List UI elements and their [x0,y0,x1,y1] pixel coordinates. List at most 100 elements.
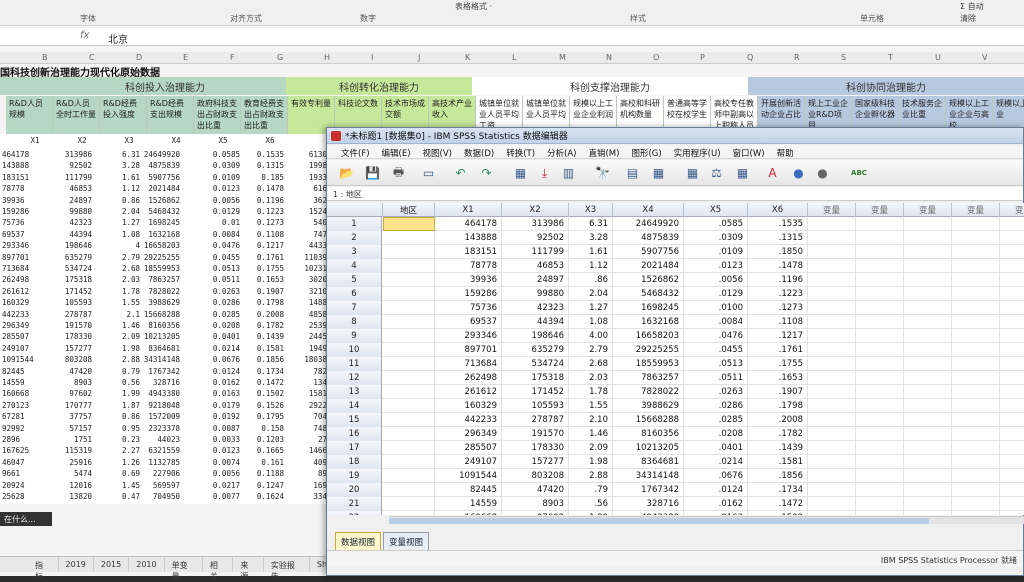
excel-cell[interactable]: 160668 [2,389,42,398]
insert-variable-icon[interactable]: ▦ [649,164,668,182]
excel-column-letter[interactable]: H [324,53,330,62]
data-cell[interactable] [904,357,952,371]
ribbon-autosum[interactable]: Σ 自动 [960,1,984,12]
data-cell[interactable] [383,315,435,329]
data-cell[interactable]: 92502 [502,231,569,245]
excel-cell[interactable]: 0.1108 [244,230,284,239]
excel-cell[interactable]: 261612 [2,287,42,296]
excel-cell[interactable]: 2779 [296,435,330,444]
data-grid[interactable]: 地区X1X2X3X4X5X6变量变量变量变量变量变量 1464178313986… [327,203,1024,515]
data-cell[interactable]: 534724 [502,357,569,371]
data-cell[interactable] [952,469,1000,483]
data-cell[interactable] [383,343,435,357]
excel-cell[interactable]: 0.1907 [244,287,284,296]
excel-cell[interactable]: 16658203 [140,241,180,250]
excel-cell[interactable]: 2896 [2,435,42,444]
data-cell[interactable]: 97602 [502,511,569,515]
data-cell[interactable]: 4943380 [613,511,684,515]
data-cell[interactable] [904,217,952,231]
excel-cell[interactable]: 1803875 [296,355,330,364]
data-cell[interactable] [1000,427,1024,441]
data-cell[interactable]: 160668 [435,511,502,515]
excel-cell[interactable]: 34314148 [140,355,180,364]
data-cell[interactable]: .1755 [748,357,808,371]
data-cell[interactable]: 159286 [435,287,502,301]
data-cell[interactable] [383,441,435,455]
data-cell[interactable] [383,259,435,273]
data-cell[interactable] [904,301,952,315]
excel-cell[interactable]: 0.69 [100,469,140,478]
excel-cell[interactable]: 20924 [2,481,42,490]
excel-cell[interactable]: 1023110 [296,264,330,273]
sheet-tab[interactable]: 2010 [129,557,165,572]
excel-cell[interactable]: 14559 [2,378,42,387]
excel-column-letter[interactable]: R [794,53,800,62]
excel-cell[interactable]: 46047 [2,458,42,467]
excel-cell[interactable]: 278787 [52,310,92,319]
excel-cell[interactable]: 442233 [2,310,42,319]
excel-cell[interactable]: 44394 [52,230,92,239]
data-cell[interactable]: .1478 [748,259,808,273]
data-cell[interactable] [1000,259,1024,273]
data-cell[interactable]: 24649920 [613,217,684,231]
data-cell[interactable]: 296349 [435,427,502,441]
data-cell[interactable]: .0455 [684,343,748,357]
excel-cell[interactable]: 3988629 [140,298,180,307]
excel-cell[interactable]: 0.56 [100,378,140,387]
data-cell[interactable] [1000,245,1024,259]
data-cell[interactable]: .1472 [748,497,808,511]
data-cell[interactable]: .0676 [684,469,748,483]
goto-case-icon[interactable]: ▦ [511,164,530,182]
excel-cell[interactable]: 178330 [52,332,92,341]
excel-cell[interactable]: 0.47 [100,492,140,501]
data-cell[interactable] [1000,483,1024,497]
data-cell[interactable] [904,329,952,343]
excel-cell[interactable]: 0.1856 [244,355,284,364]
data-cell[interactable]: 175318 [502,371,569,385]
excel-cell[interactable]: 47420 [52,367,92,376]
data-cell[interactable]: 24897 [502,273,569,287]
data-cell[interactable]: 34314148 [613,469,684,483]
data-cell[interactable] [856,371,904,385]
data-cell[interactable] [856,315,904,329]
excel-cell[interactable]: 0.0511 [200,275,240,284]
excel-cell[interactable]: 24649920 [140,150,180,159]
data-cell[interactable] [808,511,856,515]
data-cell[interactable] [808,441,856,455]
excel-cell[interactable]: 0.0676 [200,355,240,364]
excel-cell[interactable]: 569597 [140,481,180,490]
data-cell[interactable] [1000,469,1024,483]
excel-cell[interactable]: 1751 [52,435,92,444]
data-cell[interactable] [1000,273,1024,287]
column-header[interactable]: X4 [613,203,684,217]
excel-cell[interactable]: 0.1653 [244,275,284,284]
excel-cell[interactable]: 33473 [296,492,330,501]
data-cell[interactable] [856,217,904,231]
data-cell[interactable]: .86 [569,273,613,287]
data-cell[interactable] [1000,217,1024,231]
excel-cell[interactable]: 0.0162 [200,378,240,387]
excel-cell[interactable]: 37757 [52,412,92,421]
excel-cell[interactable]: 4875839 [140,161,180,170]
weight-cases-icon[interactable]: ⚖ [707,164,726,182]
excel-cell[interactable]: 29225255 [140,253,180,262]
excel-cell[interactable]: 0.1795 [244,412,284,421]
data-cell[interactable]: 198646 [502,329,569,343]
data-cell[interactable] [383,371,435,385]
data-cell[interactable] [856,273,904,287]
excel-cell[interactable]: 0.0286 [200,298,240,307]
data-cell[interactable]: .0285 [684,413,748,427]
use-sets-icon[interactable]: ● [789,164,808,182]
data-cell[interactable] [808,399,856,413]
data-cell[interactable] [808,497,856,511]
excel-cell[interactable]: 1.99 [100,389,140,398]
data-cell[interactable]: 82445 [435,483,502,497]
excel-column-letter[interactable]: I [371,53,373,62]
excel-cell[interactable]: 1091544 [2,355,42,364]
excel-cell[interactable]: 7863257 [140,275,180,284]
data-cell[interactable] [1000,511,1024,515]
excel-cell[interactable]: 0.1315 [244,161,284,170]
excel-column-letter[interactable]: K [465,53,470,62]
excel-cell[interactable]: 1572009 [140,412,180,421]
data-cell[interactable] [808,273,856,287]
